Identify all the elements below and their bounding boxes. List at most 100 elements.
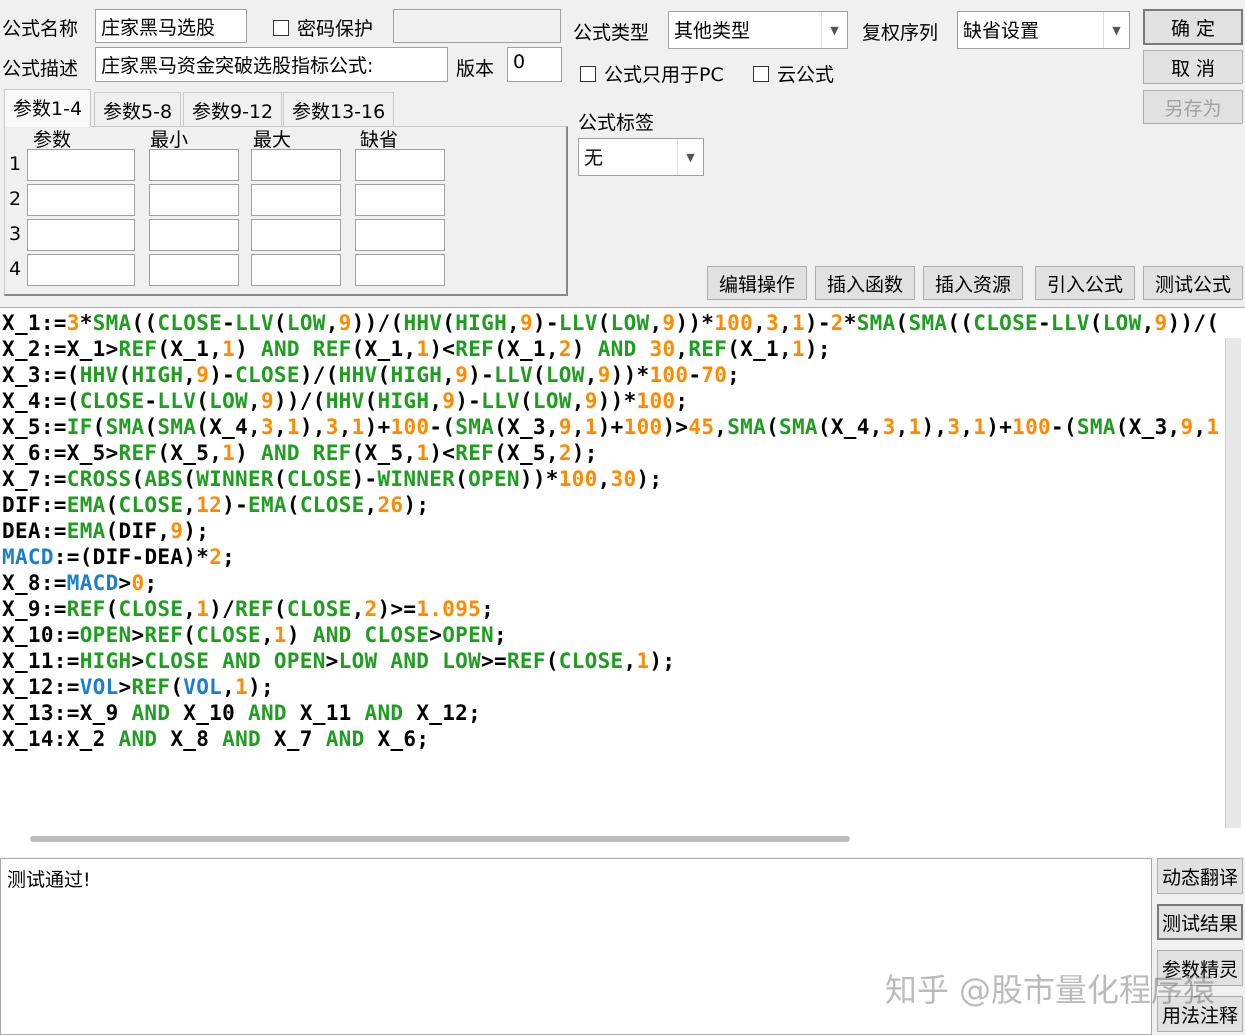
password-checkbox[interactable]: 密码保护 (273, 14, 373, 41)
code-function: HHV (403, 311, 443, 335)
code-function: LOW (338, 649, 378, 673)
code-token: : (40, 311, 54, 335)
code-token: = (53, 363, 67, 387)
tab-params-13-16[interactable]: 参数13-16 (283, 92, 395, 126)
code-token: > (105, 337, 119, 361)
param-default-input[interactable] (355, 149, 445, 181)
code-function: CLOSE (364, 623, 430, 647)
formula-desc-label: 公式描述 (2, 58, 79, 80)
code-function: AND (312, 623, 352, 647)
ok-button[interactable]: 确 定 (1143, 9, 1243, 45)
param-min-input[interactable] (149, 184, 239, 216)
param-min-input[interactable] (149, 254, 239, 286)
code-token: > (390, 597, 404, 621)
param-max-input[interactable] (251, 184, 341, 216)
code-number: 3 (325, 415, 339, 439)
code-token: > (118, 675, 132, 699)
code-line: DEA:=EMA(DIF,9); (2, 518, 1222, 544)
code-token: ) (209, 597, 223, 621)
code-token: ) (377, 597, 391, 621)
param-max-input[interactable] (251, 219, 341, 251)
code-token: DIF (118, 519, 158, 543)
cloud-checkbox[interactable]: 云公式 (753, 60, 834, 87)
code-token: : (40, 337, 54, 361)
code-token: ) (183, 519, 197, 543)
param-name-input[interactable] (27, 219, 135, 251)
param-name-input[interactable] (27, 254, 135, 286)
code-token: ( (144, 311, 158, 335)
save-as-button[interactable]: 另存为 (1143, 90, 1243, 124)
code-function: AND (390, 649, 430, 673)
code-number: 1 (196, 597, 210, 621)
test-result-button[interactable]: 测试结果 (1157, 904, 1243, 940)
version-input[interactable]: 0 (507, 47, 562, 82)
insert-resource-button[interactable]: 插入资源 (923, 266, 1023, 300)
code-token: = (53, 337, 67, 361)
tab-params-1-4[interactable]: 参数1-4 (4, 89, 92, 127)
code-token: , (1141, 311, 1155, 335)
formula-type-value: 其他类型 (674, 20, 751, 42)
code-token: = (53, 571, 67, 595)
param-default-input[interactable] (355, 184, 445, 216)
chevron-down-icon[interactable]: ▼ (677, 139, 703, 175)
dynamic-translate-button[interactable]: 动态翻译 (1157, 858, 1243, 894)
code-function: EMA (66, 493, 106, 517)
code-function: WINNER (377, 467, 456, 491)
code-token: X_9 (2, 597, 41, 621)
code-token: : (40, 441, 54, 465)
checkbox-box[interactable] (580, 65, 596, 82)
code-token: ( (1115, 415, 1129, 439)
password-label: 密码保护 (297, 18, 374, 40)
tag-select[interactable]: 无 ▼ (578, 138, 704, 176)
code-editor[interactable]: X_1:=3*SMA((CLOSE-LLV(LOW,9))/(HHV(HIGH,… (0, 307, 1245, 857)
formula-type-select[interactable]: 其他类型 ▼ (668, 11, 848, 49)
param-min-input[interactable] (149, 219, 239, 251)
param-max-input[interactable] (251, 254, 341, 286)
tab-params-5-8[interactable]: 参数5-8 (94, 92, 182, 126)
code-token: DEA (144, 545, 184, 569)
code-token: ) (649, 649, 663, 673)
checkbox-box[interactable] (273, 19, 289, 36)
param-default-input[interactable] (355, 219, 445, 251)
code-number: 1 (584, 415, 598, 439)
param-header-default: 缺省 (360, 129, 399, 151)
code-token: ( (157, 441, 171, 465)
code-token: = (66, 623, 80, 647)
pc-only-checkbox[interactable]: 公式只用于PC (580, 60, 724, 87)
import-formula-button[interactable]: 引入公式 (1035, 266, 1135, 300)
code-token: , (183, 597, 197, 621)
code-token: X_12 (2, 675, 54, 699)
code-token: ( (325, 363, 339, 387)
param-max-input[interactable] (251, 149, 341, 181)
code-token: ( (817, 415, 831, 439)
code-token: X_1 (170, 337, 210, 361)
tab-params-9-12[interactable]: 参数9-12 (183, 92, 283, 126)
code-line: X_2:=X_1>REF(X_1,1) AND REF(X_1,1)<REF(X… (2, 336, 1222, 362)
code-function: REF (455, 337, 495, 361)
chevron-down-icon[interactable]: ▼ (1103, 12, 1129, 48)
code-token: X_3 (507, 415, 546, 439)
code-token: ) (804, 337, 818, 361)
code-function: HIGH (455, 311, 508, 335)
checkbox-box[interactable] (753, 65, 769, 82)
code-token: = (53, 493, 67, 517)
param-min-input[interactable] (149, 149, 239, 181)
code-function: REF (118, 441, 158, 465)
insert-function-button[interactable]: 插入函数 (815, 266, 915, 300)
cancel-button[interactable]: 取 消 (1143, 50, 1243, 84)
edit-ops-button[interactable]: 编辑操作 (707, 266, 807, 300)
code-token: , (442, 363, 456, 387)
rights-select[interactable]: 缺省设置 ▼ (957, 11, 1130, 49)
param-name-input[interactable] (27, 184, 135, 216)
chevron-down-icon[interactable]: ▼ (821, 12, 847, 48)
formula-desc-input[interactable]: 庄家黑马资金突破选股指标公式: (95, 47, 448, 82)
param-name-input[interactable] (27, 149, 135, 181)
code-token: : (40, 389, 54, 413)
vertical-scrollbar[interactable] (1225, 338, 1241, 828)
code-token: / (299, 389, 313, 413)
param-default-input[interactable] (355, 254, 445, 286)
password-input[interactable] (393, 9, 561, 43)
formula-name-input[interactable]: 庄家黑马选股 (95, 9, 247, 43)
test-formula-button[interactable]: 测试公式 (1143, 266, 1243, 300)
horizontal-scrollbar[interactable] (30, 836, 850, 842)
